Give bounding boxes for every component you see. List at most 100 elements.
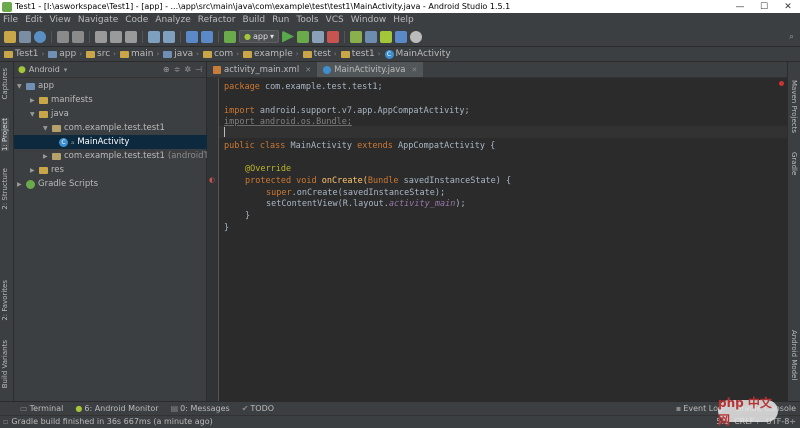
- menu-file[interactable]: File: [3, 15, 18, 25]
- maximize-button[interactable]: ☐: [752, 2, 776, 12]
- close-button[interactable]: ✕: [776, 2, 800, 12]
- folder-icon: [39, 96, 48, 104]
- tab-android-monitor[interactable]: ● 6: Android Monitor: [75, 404, 158, 413]
- menu-view[interactable]: View: [50, 15, 71, 25]
- status-panel-icon[interactable]: ▫: [3, 417, 8, 426]
- tree-node-mainactivity[interactable]: Cₐ MainActivity: [59, 135, 129, 149]
- tree-node-package[interactable]: ▼ com.example.test.test1: [43, 121, 165, 135]
- tab-captures[interactable]: Captures: [1, 68, 9, 99]
- chevron-right-icon[interactable]: ▶: [17, 181, 26, 188]
- menu-edit[interactable]: Edit: [25, 15, 42, 25]
- hide-panel-icon[interactable]: ⊣: [195, 65, 202, 74]
- tab-gradle[interactable]: Gradle: [790, 152, 798, 175]
- paste-icon[interactable]: [125, 30, 137, 43]
- code-line-11: setContentView(R.layout.activity_main);: [266, 199, 466, 209]
- menu-run[interactable]: Run: [272, 15, 289, 25]
- copy-icon[interactable]: [110, 30, 122, 43]
- tree-node-res[interactable]: ▶ res: [30, 163, 64, 177]
- close-icon[interactable]: ✕: [305, 66, 311, 74]
- forward-icon[interactable]: [201, 30, 213, 43]
- breadcrumb-app[interactable]: app ›: [48, 49, 82, 59]
- chevron-down-icon[interactable]: ▼: [17, 83, 26, 90]
- menu-window[interactable]: Window: [351, 15, 387, 25]
- open-icon[interactable]: [4, 30, 16, 43]
- tab-favorites[interactable]: 2: Favorites: [1, 280, 9, 321]
- android-icon: ●: [18, 64, 26, 75]
- attach-icon[interactable]: [312, 30, 325, 43]
- stop-icon[interactable]: [327, 30, 340, 43]
- collapse-all-icon[interactable]: ≑: [174, 65, 181, 74]
- breadcrumb-test1[interactable]: test1 ›: [340, 49, 381, 59]
- breadcrumb-example[interactable]: example ›: [243, 49, 299, 59]
- tab-messages[interactable]: ▤ 0: Messages: [171, 404, 230, 413]
- chevron-right-icon[interactable]: ▶: [43, 153, 52, 160]
- tree-node-java[interactable]: ▼ java: [30, 107, 69, 121]
- chevron-right-icon[interactable]: ▶: [30, 97, 39, 104]
- back-icon[interactable]: [186, 30, 198, 43]
- breadcrumb-main[interactable]: main ›: [119, 49, 159, 59]
- breadcrumb-mainactivity[interactable]: C MainActivity: [384, 49, 451, 59]
- breadcrumb-project[interactable]: Test1 ›: [4, 49, 44, 59]
- sdk-icon[interactable]: [365, 30, 378, 43]
- tab-mainactivity-java[interactable]: MainActivity.java ✕: [317, 62, 424, 77]
- menu-code[interactable]: Code: [125, 15, 148, 25]
- sync-icon[interactable]: [34, 30, 46, 43]
- make-icon[interactable]: [224, 30, 236, 43]
- breadcrumb-src[interactable]: src ›: [86, 49, 116, 59]
- android-monitor-icon[interactable]: [380, 30, 393, 43]
- debug-icon[interactable]: [297, 30, 310, 43]
- replace-icon[interactable]: [163, 30, 175, 43]
- cut-icon[interactable]: [95, 30, 107, 43]
- tab-event-log[interactable]: ▪ Event Log: [676, 404, 723, 413]
- tab-terminal[interactable]: ▭ Terminal: [20, 404, 63, 413]
- minimize-button[interactable]: —: [728, 2, 752, 12]
- avd-icon[interactable]: [350, 30, 363, 43]
- menu-analyze[interactable]: Analyze: [155, 15, 190, 25]
- breadcrumb-java[interactable]: java ›: [163, 49, 199, 59]
- chevron-down-icon[interactable]: ▾: [64, 66, 68, 74]
- project-view-select[interactable]: Android: [29, 65, 60, 74]
- tab-activity-main-xml[interactable]: activity_main.xml ✕: [207, 62, 317, 77]
- gear-icon[interactable]: ✲: [184, 65, 191, 74]
- folder-icon: [119, 50, 129, 58]
- menu-vcs[interactable]: VCS: [326, 15, 344, 25]
- run-config-select[interactable]: ● app ▾: [239, 30, 280, 43]
- tab-android-model[interactable]: Android Model: [790, 330, 798, 380]
- editor-gutter[interactable]: ◐: [207, 78, 219, 401]
- find-icon[interactable]: [148, 30, 160, 43]
- menu-tools[interactable]: Tools: [296, 15, 318, 25]
- folder-icon: [4, 50, 13, 58]
- tab-project[interactable]: 1: Project: [1, 118, 9, 151]
- terminal-icon: ▭: [20, 404, 28, 413]
- tab-structure[interactable]: 2: Structure: [1, 168, 9, 210]
- help-icon[interactable]: [410, 30, 423, 43]
- tab-todo[interactable]: ✔ TODO: [242, 404, 274, 413]
- override-marker-icon[interactable]: ◐: [209, 176, 215, 184]
- sync-gradle-icon[interactable]: [395, 30, 408, 43]
- breadcrumb-test[interactable]: test ›: [302, 49, 337, 59]
- breadcrumb-com[interactable]: com ›: [202, 49, 239, 59]
- error-stripe-marker[interactable]: [779, 81, 784, 86]
- folder-icon: [39, 110, 48, 118]
- chevron-right-icon[interactable]: ▶: [30, 167, 39, 174]
- tab-maven-projects[interactable]: Maven Projects: [790, 80, 798, 133]
- redo-icon[interactable]: [72, 30, 84, 43]
- close-icon[interactable]: ✕: [411, 66, 417, 74]
- tree-node-app[interactable]: ▼ app: [17, 79, 54, 93]
- tree-node-gradle-scripts[interactable]: ▶ Gradle Scripts: [17, 177, 98, 191]
- save-icon[interactable]: [19, 30, 31, 43]
- tab-build-variants[interactable]: Build Variants: [1, 340, 9, 388]
- menu-help[interactable]: Help: [393, 15, 414, 25]
- sync-scroll-icon[interactable]: ⊕: [163, 65, 170, 74]
- run-icon[interactable]: [282, 30, 295, 43]
- menu-navigate[interactable]: Navigate: [78, 15, 118, 25]
- menu-refactor[interactable]: Refactor: [198, 15, 236, 25]
- package-icon: [340, 50, 350, 58]
- search-icon[interactable]: ⌕: [789, 32, 794, 42]
- undo-icon[interactable]: [57, 30, 69, 43]
- menu-build[interactable]: Build: [243, 15, 266, 25]
- chevron-down-icon[interactable]: ▼: [43, 125, 52, 132]
- tree-node-package-androidtest[interactable]: ▶ com.example.test.test1 (androidTest): [43, 149, 224, 163]
- chevron-down-icon[interactable]: ▼: [30, 111, 39, 118]
- tree-node-manifests[interactable]: ▶ manifests: [30, 93, 93, 107]
